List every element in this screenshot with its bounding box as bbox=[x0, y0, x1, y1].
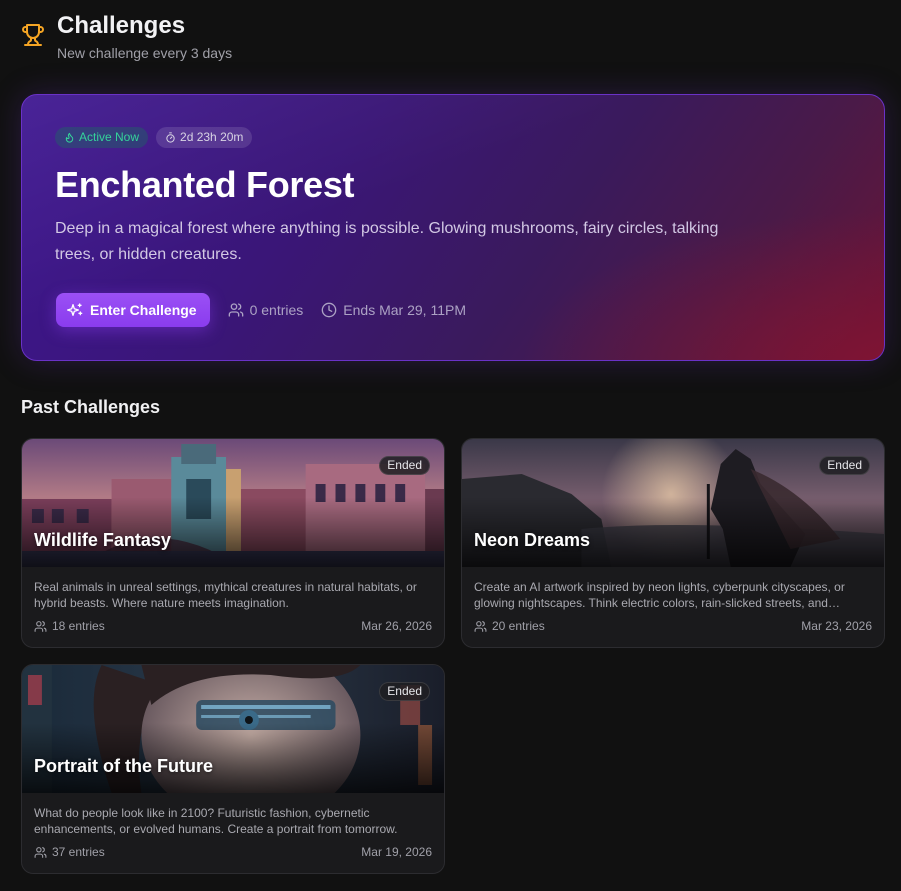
entries-label: 0 entries bbox=[249, 302, 304, 318]
card-footer: 37 entries Mar 19, 2026 bbox=[34, 845, 432, 859]
hero-actions: Enter Challenge 0 entries Ends Mar 29, 1… bbox=[56, 293, 466, 327]
past-challenges-heading: Past Challenges bbox=[21, 397, 161, 417]
ended-badge: Ended bbox=[379, 682, 430, 701]
enter-challenge-button[interactable]: Enter Challenge bbox=[56, 293, 210, 327]
past-challenge-card[interactable]: Ended Portrait of the Future What do peo… bbox=[21, 664, 445, 874]
trophy-icon bbox=[22, 24, 44, 46]
page-header: Challenges New challenge every 3 days bbox=[21, 12, 232, 61]
card-footer: 18 entries Mar 26, 2026 bbox=[34, 619, 432, 633]
users-icon bbox=[34, 620, 47, 632]
timer-icon bbox=[166, 132, 175, 143]
challenge-title: Wildlife Fantasy bbox=[34, 530, 171, 550]
active-challenge-title: Enchanted Forest bbox=[55, 164, 355, 205]
challenge-date: Mar 19, 2026 bbox=[361, 845, 432, 859]
flame-icon bbox=[65, 132, 74, 143]
challenge-title: Portrait of the Future bbox=[34, 756, 213, 776]
users-icon bbox=[228, 303, 243, 317]
end-time-label: Ends Mar 29, 11PM bbox=[343, 302, 466, 318]
card-footer: 20 entries Mar 23, 2026 bbox=[474, 619, 872, 633]
hero-badges: Active Now 2d 23h 20m bbox=[55, 127, 253, 148]
challenge-date: Mar 26, 2026 bbox=[361, 619, 432, 633]
active-now-badge: Active Now bbox=[55, 127, 149, 148]
challenge-date: Mar 23, 2026 bbox=[801, 619, 872, 633]
entries-count: 18 entries bbox=[34, 619, 105, 633]
entries-count: 0 entries bbox=[228, 302, 304, 318]
entries-count: 37 entries bbox=[34, 845, 105, 859]
challenge-description: Create an AI artwork inspired by neon li… bbox=[474, 580, 845, 610]
entries-label: 20 entries bbox=[492, 619, 545, 633]
end-time: Ends Mar 29, 11PM bbox=[321, 302, 466, 318]
users-icon bbox=[34, 846, 47, 858]
active-challenge-description: Deep in a magical forest where anything … bbox=[55, 220, 719, 263]
challenge-title: Neon Dreams bbox=[474, 530, 591, 550]
enter-challenge-label: Enter Challenge bbox=[90, 302, 197, 318]
ended-badge: Ended bbox=[819, 456, 870, 475]
challenge-description: What do people look like in 2100? Futuri… bbox=[34, 806, 398, 836]
active-now-label: Active Now bbox=[79, 130, 140, 144]
challenge-description: Real animals in unreal settings, mythica… bbox=[34, 580, 417, 610]
page-title: Challenges bbox=[57, 12, 186, 39]
clock-icon bbox=[321, 302, 337, 318]
ended-badge: Ended bbox=[379, 456, 430, 475]
past-challenge-card[interactable]: Ended Wildlife Fantasy Real animals in u… bbox=[21, 438, 445, 648]
page-subtitle: New challenge every 3 days bbox=[57, 45, 233, 61]
time-left-badge: 2d 23h 20m bbox=[156, 127, 253, 148]
past-challenge-card[interactable]: Ended Neon Dreams Create an AI artwork i… bbox=[461, 438, 885, 648]
entries-label: 18 entries bbox=[52, 619, 105, 633]
time-left-label: 2d 23h 20m bbox=[180, 130, 244, 144]
active-challenge-card: Active Now 2d 23h 20m Enchanted Forest D… bbox=[21, 94, 885, 361]
users-icon bbox=[474, 620, 487, 632]
entries-count: 20 entries bbox=[474, 619, 545, 633]
entries-label: 37 entries bbox=[52, 845, 105, 859]
sparkles-icon bbox=[67, 303, 83, 316]
